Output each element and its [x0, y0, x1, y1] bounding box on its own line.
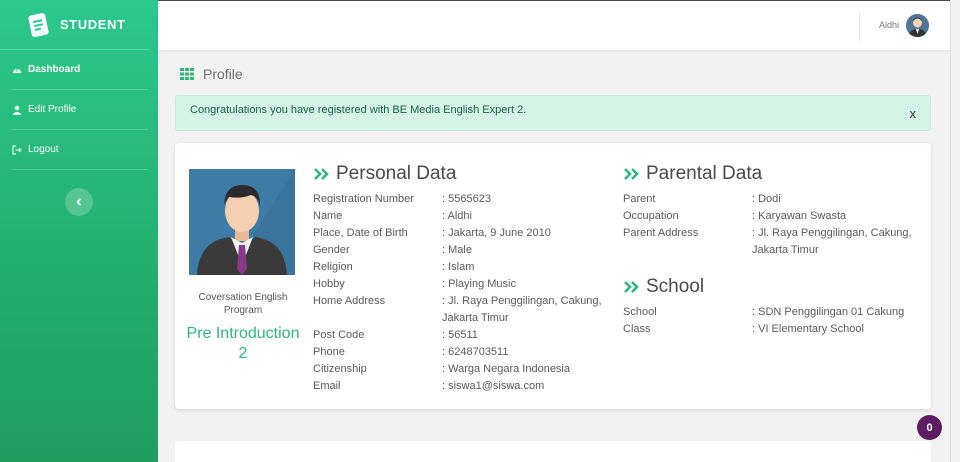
brand[interactable]: STUDENT	[0, 0, 150, 50]
field-value: : SDN Penggilingan 01 Cakung	[752, 306, 905, 318]
field-label: Parent Address	[623, 227, 699, 239]
field-value: : 6248703511	[442, 346, 509, 358]
profile-photo	[189, 169, 295, 275]
user-name[interactable]: Aldhi	[879, 20, 899, 30]
avatar[interactable]	[906, 14, 929, 37]
topbar-divider	[859, 13, 860, 41]
profile-card: Coversation English Program Pre Introduc…	[175, 143, 931, 409]
program-label: Coversation English Program	[198, 292, 288, 316]
personal-data-heading: Personal Data	[314, 163, 456, 185]
brand-name: STUDENT	[60, 17, 126, 32]
chevron-left-icon	[76, 198, 82, 206]
page-title: Profile	[180, 66, 243, 82]
field-label: Hobby	[313, 278, 345, 290]
alert-message: Congratulations you have registered with…	[190, 104, 527, 116]
field-value: : Playing Music	[442, 278, 516, 290]
field-label: Class	[623, 323, 651, 335]
field-value: : Islam	[442, 261, 475, 273]
field-label: Place, Date of Birth	[313, 227, 408, 239]
field-label: Email	[313, 380, 341, 392]
scrollbar[interactable]	[950, 0, 960, 462]
sidebar-toggle-button[interactable]	[65, 188, 93, 216]
logout-icon	[12, 144, 22, 155]
sidebar-item-label: Edit Profile	[28, 104, 77, 115]
field-value: : VI Elementary School	[752, 323, 864, 335]
field-label: Religion	[313, 261, 353, 273]
parental-data-heading: Parental Data	[624, 163, 762, 185]
field-label: Phone	[313, 346, 345, 358]
notification-badge[interactable]: 0	[917, 415, 942, 440]
notebook-logo-icon	[28, 12, 49, 37]
field-label: Gender	[313, 244, 350, 256]
field-label: Post Code	[313, 329, 365, 341]
field-value: : Jl. Raya Penggilingan, Cakung,	[752, 227, 912, 239]
sidebar-item-logout[interactable]: Logout	[10, 130, 148, 170]
field-label: Citizenship	[313, 363, 367, 375]
sidebar-item-dashboard[interactable]: Dashboard	[10, 50, 148, 90]
field-label: Parent	[623, 193, 656, 205]
field-value: : Dodi	[752, 193, 781, 205]
field-value-continued: Jakarta Timur	[442, 312, 509, 324]
field-label: Registration Number	[313, 193, 414, 205]
field-value: : siswa1@siswa.com	[442, 380, 545, 392]
sidebar-item-edit-profile[interactable]: Edit Profile	[10, 90, 148, 130]
field-value: : Aldhi	[442, 210, 472, 222]
field-label: Occupation	[623, 210, 679, 222]
program-value: Pre Introduction 2	[186, 325, 300, 362]
secondary-card	[175, 441, 931, 462]
topbar: Aldhi	[158, 0, 960, 50]
field-value: : Jl. Raya Penggilingan, Cakung,	[442, 295, 602, 307]
double-chevron-right-icon	[314, 168, 329, 180]
sidebar: STUDENT Dashboard Edit Profile Logout	[0, 0, 158, 462]
field-value-continued: Jakarta Timur	[752, 244, 819, 256]
field-value: : 56511	[442, 329, 478, 341]
field-label: School	[623, 306, 657, 318]
sidebar-item-label: Logout	[28, 144, 59, 155]
grid-icon	[180, 68, 194, 80]
page-title-text: Profile	[203, 66, 243, 82]
field-label: Name	[313, 210, 343, 222]
double-chevron-right-icon	[624, 168, 639, 180]
field-value: : Warga Negara Indonesia	[442, 363, 570, 375]
user-avatar-icon	[906, 14, 929, 37]
field-value: : Jakarta, 9 June 2010	[442, 227, 551, 239]
user-icon	[13, 105, 21, 115]
success-alert: Congratulations you have registered with…	[175, 95, 931, 131]
school-heading: School	[624, 276, 704, 298]
sidebar-item-label: Dashboard	[28, 64, 81, 75]
field-value: : Karyawan Swasta	[752, 210, 847, 222]
field-value: : Male	[442, 244, 472, 256]
double-chevron-right-icon	[624, 281, 639, 293]
section-title-text: Personal Data	[336, 163, 457, 184]
section-title-text: Parental Data	[646, 163, 763, 184]
field-label: Home Address	[313, 295, 386, 307]
dashboard-icon	[13, 68, 21, 73]
field-value: : 5565623	[442, 193, 491, 205]
alert-close-button[interactable]: x	[910, 106, 917, 121]
section-title-text: School	[646, 276, 705, 297]
